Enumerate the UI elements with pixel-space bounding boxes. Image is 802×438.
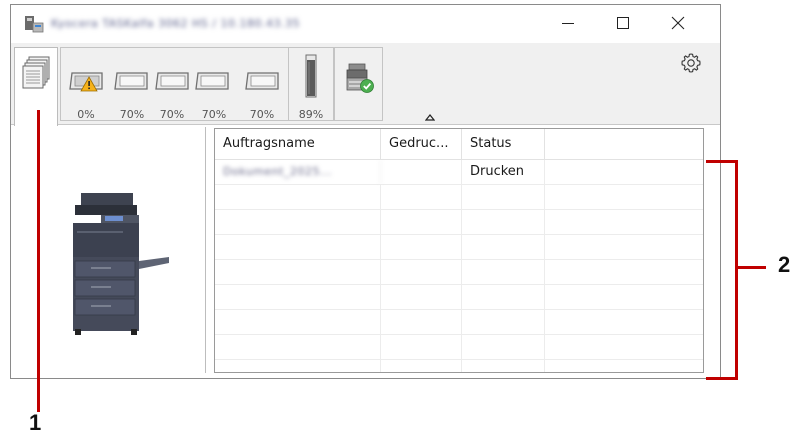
callout-2-bracket-top [706, 160, 738, 163]
callout-2-label: 2 [778, 252, 791, 277]
table-row [215, 335, 703, 360]
table-row [215, 260, 703, 285]
tab-toner[interactable]: 89% [288, 47, 334, 121]
table-header: Auftragsname Gedruc... Status [215, 129, 703, 160]
tray-4-level: 70% [201, 108, 227, 121]
device-ok-icon [346, 63, 374, 93]
job-status-cell: Drucken [462, 160, 545, 184]
toner-level: 89% [298, 108, 324, 121]
device-image-pane [11, 125, 206, 378]
paper-tray-icon [155, 72, 189, 90]
tray-3-level: 70% [159, 108, 185, 121]
column-header-printed[interactable]: Gedruc... [381, 129, 462, 159]
window-title: Kyocera TASKalfa 3062 HS / 10.180.43.35 [51, 17, 300, 30]
pane-divider[interactable] [205, 127, 206, 373]
tray-1-level: 0% [77, 108, 95, 121]
minimize-icon [562, 23, 574, 24]
callout-2-bracket [735, 160, 738, 380]
paper-tray-icon [195, 72, 229, 90]
callout-2-bracket-bottom [706, 377, 738, 380]
table-row [215, 360, 703, 372]
table-row [215, 185, 703, 210]
job-name-cell: Dokument_2025... [215, 160, 381, 184]
table-row [215, 235, 703, 260]
toner-icon [305, 54, 317, 98]
printer-image [73, 193, 169, 335]
tab-device-status[interactable] [334, 47, 383, 121]
jobs-table: Auftragsname Gedruc... Status Dokument_2… [214, 128, 704, 373]
callout-1-line [37, 110, 40, 412]
table-row [215, 210, 703, 235]
paper-tray-icon [114, 72, 148, 90]
maximize-button[interactable] [600, 8, 646, 38]
minimize-button[interactable] [545, 8, 591, 38]
gear-icon[interactable] [679, 51, 703, 75]
table-row [215, 285, 703, 310]
paper-tray-warning-icon [69, 72, 103, 92]
table-row[interactable]: Dokument_2025... Drucken [215, 160, 703, 185]
tab-paper-trays[interactable]: 0% 70% 70% 70% 70% [60, 47, 291, 121]
job-printed-cell [381, 160, 462, 184]
callout-2-line [738, 266, 766, 269]
column-header-job-name[interactable]: Auftragsname [215, 129, 381, 159]
status-monitor-window: Kyocera TASKalfa 3062 HS / 10.180.43.35 [10, 4, 721, 379]
table-row [215, 310, 703, 335]
printer-app-icon [25, 16, 44, 33]
tab-print-jobs[interactable] [14, 47, 58, 126]
collapse-up-icon[interactable] [425, 113, 435, 121]
tray-5-level: 70% [249, 108, 275, 121]
title-bar[interactable]: Kyocera TASKalfa 3062 HS / 10.180.43.35 [11, 5, 720, 43]
maximize-icon [617, 17, 629, 29]
column-header-status[interactable]: Status [462, 129, 545, 159]
paper-tray-icon [245, 72, 279, 90]
close-icon [671, 16, 685, 30]
callout-1-label: 1 [29, 410, 42, 435]
close-button[interactable] [655, 8, 701, 38]
stacked-pages-icon [22, 56, 50, 89]
tray-2-level: 70% [119, 108, 145, 121]
status-toolbar: 0% 70% 70% 70% 70% 89% [11, 43, 720, 126]
